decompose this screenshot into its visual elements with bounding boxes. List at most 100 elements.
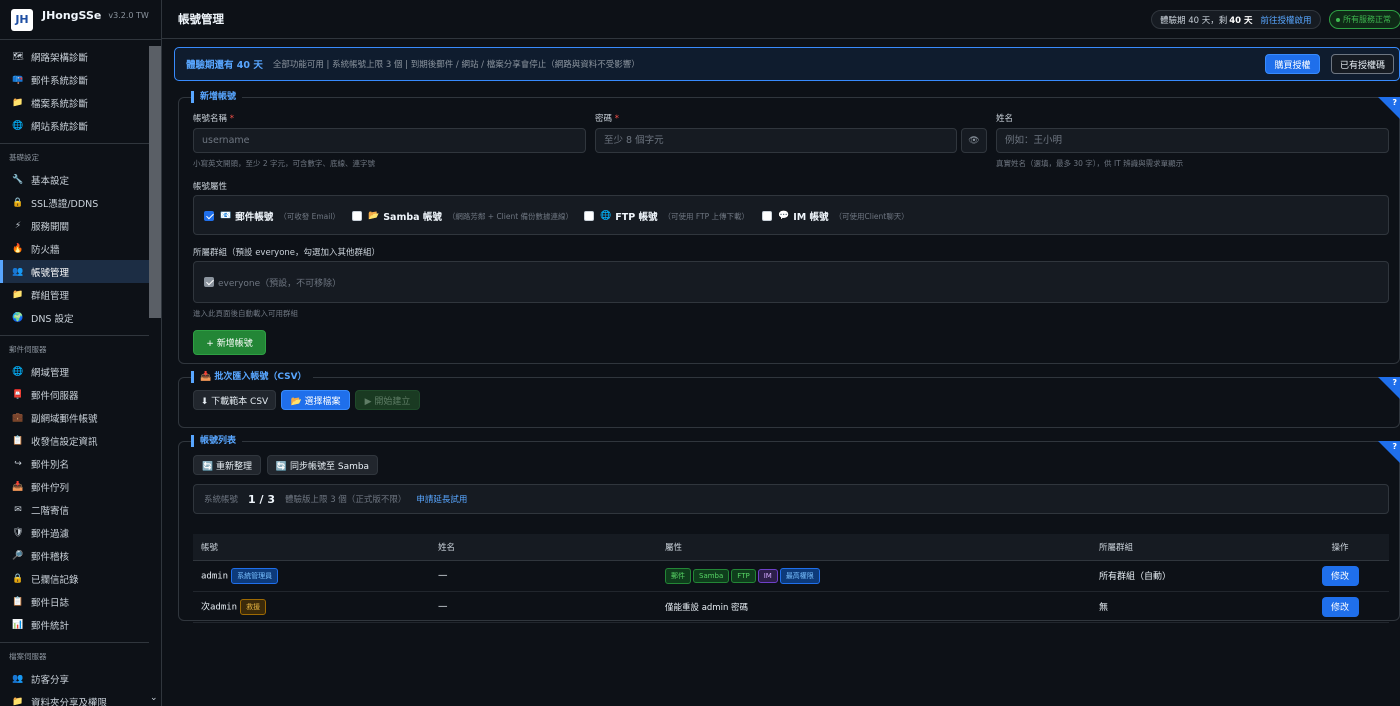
sidebar-item[interactable]: 🔒 SSL憑證/DDNS	[0, 191, 149, 214]
help-icon[interactable]: ?	[1392, 442, 1397, 451]
attr-name: Samba 帳號	[383, 212, 442, 223]
sidebar-item[interactable]: 🔎 郵件稽核	[0, 544, 149, 567]
sidebar-item[interactable]: 📥 郵件佇列	[0, 475, 149, 498]
sidebar-item[interactable]: 📋 郵件日誌	[0, 590, 149, 613]
sidebar-item[interactable]: 📊 郵件統計	[0, 613, 149, 636]
sidebar-item-label: 郵件佇列	[31, 482, 70, 494]
page-title: 帳號管理	[178, 12, 224, 26]
app-name: JHongSSe	[42, 9, 102, 22]
scroll-down-icon[interactable]: ⌄	[150, 693, 158, 703]
sidebar-item[interactable]: 🔒 已攔信記錄	[0, 567, 149, 590]
attr-icon: 📂	[368, 211, 380, 221]
account-table: 帳號 姓名 屬性 所屬群組 操作 admin 系統管理員 — 郵件 Samba …	[193, 534, 1389, 623]
sidebar-item[interactable]: ↪ 郵件別名	[0, 452, 149, 475]
count-label: 系統帳號	[204, 495, 239, 505]
attr-option[interactable]: 🌐 FTP 帳號 （可使用 FTP 上傳下載）	[584, 209, 749, 223]
nav-icon: 🌐	[12, 366, 24, 377]
sidebar-item-label: 群組管理	[31, 290, 70, 302]
nav-icon: 👥	[12, 266, 24, 277]
sidebar-item[interactable]: 🌍 DNS 設定	[0, 306, 149, 329]
sidebar-item-label: 收發信設定資訊	[31, 436, 98, 448]
attr-badge-samba: Samba	[693, 568, 730, 583]
sidebar-item-label: 防火牆	[31, 244, 60, 256]
sidebar-item[interactable]: 📁 群組管理	[0, 283, 149, 306]
sidebar-scroll-thumb[interactable]	[149, 46, 161, 318]
sidebar-item[interactable]: 💼 副網域郵件帳號	[0, 406, 149, 429]
have-license-button[interactable]: 已有授權碼	[1331, 54, 1394, 74]
nav-icon: 📋	[12, 596, 24, 607]
table-header-row: 帳號 姓名 屬性 所屬群組 操作	[193, 534, 1389, 561]
nav-icon: 💼	[12, 412, 24, 423]
account-cell: admin 系統管理員	[193, 560, 430, 592]
attr-checkbox[interactable]	[204, 211, 214, 221]
sidebar-item-label: 檔案系統診斷	[31, 98, 89, 110]
attr-checkbox[interactable]	[352, 211, 362, 221]
app-logo: JH	[11, 8, 33, 31]
extend-trial-link[interactable]: 申請延長試用	[416, 493, 467, 505]
attr-desc: （可使用 FTP 上傳下載）	[663, 211, 750, 221]
username-input[interactable]	[193, 128, 586, 153]
sidebar-item[interactable]: 📪 郵件系統診斷	[0, 68, 149, 91]
edit-button[interactable]: 修改	[1321, 565, 1359, 586]
add-account-button[interactable]: + 新增帳號	[193, 330, 266, 355]
sidebar-item[interactable]: ⚡ 服務開關	[0, 214, 149, 237]
start-import-button[interactable]: ▶ 開始建立	[355, 390, 420, 410]
sidebar-item[interactable]: 🛡 郵件過濾	[0, 521, 149, 544]
add-account-section: 新增帳號 ? 帳號名稱 * 小寫英文開頭，至少 2 字元，可含數字、底線、連字號…	[178, 91, 1400, 364]
account-name: 次admin	[201, 602, 238, 612]
banner-title: 體驗期還有 40 天	[186, 60, 263, 71]
sidebar-item[interactable]: 📮 郵件伺服器	[0, 383, 149, 406]
trial-banner: 體驗期還有 40 天 全部功能可用 | 系統帳號上限 3 個 | 到期後郵件 /…	[174, 47, 1400, 81]
nav-icon: 📮	[12, 389, 24, 400]
attr-box: 📧 郵件帳號 （可收發 Email） 📂 Samba 帳號 （網路芳鄰 + Client …	[193, 195, 1389, 235]
nav-icon: 🌍	[12, 312, 24, 323]
sidebar-item[interactable]: 🌐 網站系統診斷	[0, 114, 149, 137]
refresh-button[interactable]: 🔄 重新整理	[193, 455, 261, 475]
buy-license-button[interactable]: 購買授權	[1265, 54, 1320, 74]
sidebar-item[interactable]: ✉ 二階寄信	[0, 498, 149, 521]
sidebar-item[interactable]: 📋 收發信設定資訊	[0, 429, 149, 452]
sidebar-item-label: SSL憑證/DDNS	[31, 198, 99, 210]
account-count-box: 系統帳號 1 / 3 體驗版上限 3 個（正式版不限） 申請延長試用	[193, 484, 1389, 514]
attr-checkbox[interactable]	[762, 211, 772, 221]
attr-option[interactable]: 💬 IM 帳號 （可使用Client聊天）	[762, 209, 909, 223]
toggle-password-eye-icon[interactable]: 👁	[961, 128, 987, 153]
sidebar-item-label: 二階寄信	[31, 505, 70, 517]
attr-option[interactable]: 📂 Samba 帳號 （網路芳鄰 + Client 備份數據連線）	[352, 209, 573, 223]
name-input[interactable]	[996, 128, 1389, 153]
account-name: admin	[201, 571, 229, 581]
attr-option[interactable]: 📧 郵件帳號 （可收發 Email）	[204, 209, 340, 223]
sync-samba-button[interactable]: 🔄 同步帳號至 Samba	[267, 455, 378, 475]
attr-badge-im: IM	[757, 568, 778, 583]
nav-icon: 🌐	[12, 120, 24, 131]
sidebar-item[interactable]: 👥 訪客分享	[0, 667, 149, 690]
group-cell: 所有群組（自動）	[1091, 560, 1291, 592]
help-icon[interactable]: ?	[1392, 98, 1397, 107]
sidebar-item[interactable]: 🌐 網域管理	[0, 360, 149, 383]
attr-checkbox[interactable]	[584, 211, 594, 221]
status-dot-icon	[1336, 17, 1340, 22]
password-input[interactable]	[595, 128, 957, 153]
attr-name: 郵件帳號	[235, 212, 274, 223]
service-status-badge: 所有服務正常	[1329, 10, 1400, 29]
sidebar-item-label: 郵件統計	[31, 620, 70, 632]
nav-icon: ⚡	[14, 220, 22, 231]
sidebar-item[interactable]: 🔧 基本設定	[0, 168, 149, 191]
sidebar-item[interactable]: 📁 檔案系統診斷	[0, 91, 149, 114]
action-cell: 修改	[1291, 591, 1389, 623]
help-icon[interactable]: ?	[1392, 378, 1397, 387]
sidebar-item[interactable]: 🗺 網路架構診斷	[0, 45, 149, 68]
sidebar-item[interactable]: 📁 資料夾分享及權限	[0, 690, 149, 706]
download-template-button[interactable]: ⬇ 下載範本 CSV	[193, 390, 276, 410]
choose-file-button[interactable]: 📂 選擇檔案	[281, 390, 350, 410]
csv-import-section: 📥 批次匯入帳號（CSV） ? ⬇ 下載範本 CSV 📂 選擇檔案 ▶ 開始建立	[178, 371, 1400, 428]
nav-divider	[0, 143, 149, 144]
password-label: 密碼 *	[595, 114, 619, 124]
license-activate-link[interactable]: 前往授權啟用	[1261, 14, 1312, 26]
sidebar-item[interactable]: 👥 帳號管理	[0, 260, 149, 283]
name-hint: 真實姓名（選填，最多 30 字），供 IT 辨識與需求單顯示	[996, 159, 1184, 168]
nav-icon: 📊	[12, 619, 24, 630]
nav-icon: ↪	[14, 458, 22, 469]
sidebar-item[interactable]: 🔥 防火牆	[0, 237, 149, 260]
edit-button[interactable]: 修改	[1321, 596, 1359, 617]
